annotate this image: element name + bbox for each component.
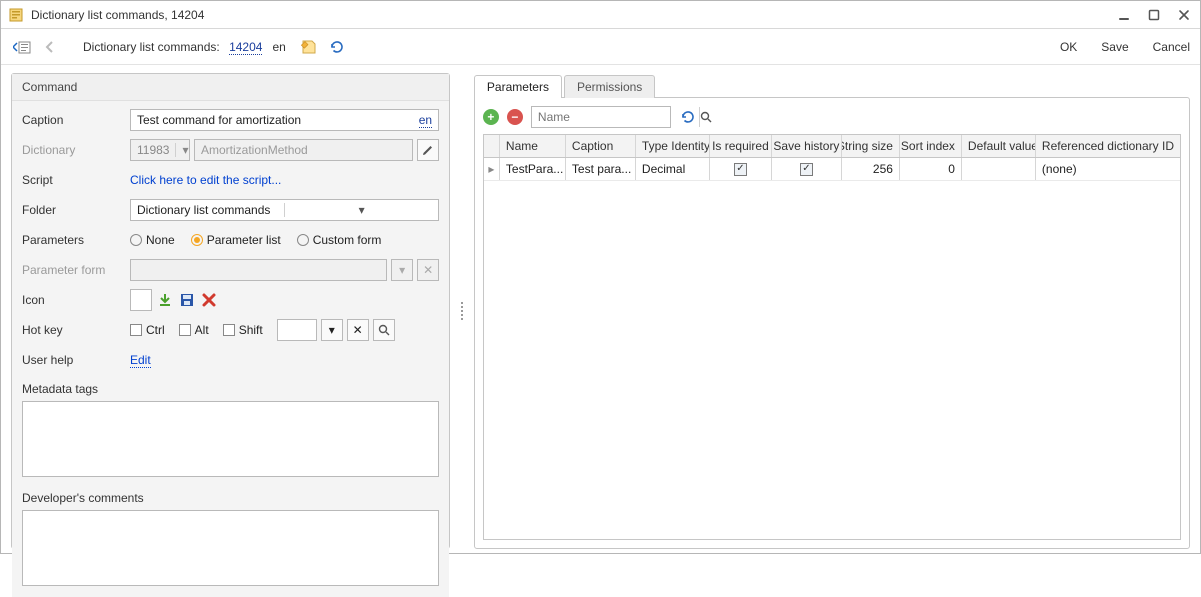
refresh-icon[interactable]	[326, 36, 348, 58]
hotkey-dropdown[interactable]: ▾	[321, 319, 343, 341]
caption-lang-link[interactable]: en	[419, 113, 432, 128]
ok-button[interactable]: OK	[1060, 40, 1077, 54]
tab-parameters[interactable]: Parameters	[474, 75, 562, 98]
cell-sort-index[interactable]: 0	[900, 158, 962, 180]
chevron-down-icon[interactable]: ▾	[284, 203, 438, 217]
hotkey-alt-check[interactable]: Alt	[179, 323, 209, 337]
script-label: Script	[22, 173, 130, 187]
dictionary-name-field: AmortizationMethod	[194, 139, 413, 161]
command-panel: Command Caption Test command for amortiz…	[11, 73, 450, 549]
parameter-search-box[interactable]	[531, 106, 671, 128]
icon-download-button[interactable]	[156, 291, 174, 309]
icon-preview[interactable]	[130, 289, 152, 311]
cell-caption[interactable]: Test para...	[566, 158, 636, 180]
col-ref-dict[interactable]: Referenced dictionary ID	[1036, 135, 1180, 157]
developer-comments-textarea[interactable]	[22, 510, 439, 586]
col-name[interactable]: Name	[500, 135, 566, 157]
hotkey-key-field[interactable]	[277, 319, 317, 341]
parameter-form-label: Parameter form	[22, 263, 130, 277]
icon-delete-button[interactable]	[200, 291, 218, 309]
splitter[interactable]	[458, 73, 466, 549]
hotkey-ctrl-check[interactable]: Ctrl	[130, 323, 165, 337]
minimize-button[interactable]	[1116, 7, 1132, 23]
caption-label: Caption	[22, 113, 130, 127]
cell-string-size[interactable]: 256	[842, 158, 900, 180]
parameters-radio-none[interactable]: None	[130, 233, 175, 247]
parameters-label: Parameters	[22, 233, 130, 247]
right-panel: Parameters Permissions + −	[474, 73, 1190, 549]
parameter-form-dropdown: ▾	[391, 259, 413, 281]
parameter-form-field	[130, 259, 387, 281]
metadata-tags-label: Metadata tags	[22, 382, 439, 396]
parameters-radio-list[interactable]: Parameter list	[191, 233, 281, 247]
parameter-search-input[interactable]	[532, 110, 699, 124]
cell-ref-dict[interactable]: (none)	[1036, 158, 1180, 180]
dictionary-label: Dictionary	[22, 143, 130, 157]
col-sort-index[interactable]: Sort index	[900, 135, 962, 157]
icon-label: Icon	[22, 293, 130, 307]
maximize-button[interactable]	[1146, 7, 1162, 23]
parameters-grid: Name Caption Type Identity Is required S…	[483, 134, 1181, 540]
col-history[interactable]: Save history	[772, 135, 842, 157]
hotkey-search-button[interactable]	[373, 319, 395, 341]
col-type[interactable]: Type Identity	[636, 135, 710, 157]
folder-label: Folder	[22, 203, 130, 217]
cell-required[interactable]	[710, 158, 772, 180]
hotkey-shift-check[interactable]: Shift	[223, 323, 263, 337]
developer-comments-label: Developer's comments	[22, 491, 439, 505]
table-row[interactable]: ▸ TestPara... Test para... Decimal 256 0…	[484, 158, 1180, 181]
hotkey-clear-button[interactable]: ✕	[347, 319, 369, 341]
command-group-title: Command	[12, 74, 449, 101]
col-caption[interactable]: Caption	[566, 135, 636, 157]
parameters-tab-body: + − Name	[474, 97, 1190, 549]
script-edit-link[interactable]: Click here to edit the script...	[130, 173, 281, 187]
breadcrumb-id-link[interactable]: 14204	[229, 40, 262, 55]
refresh-parameters-icon[interactable]	[679, 108, 697, 126]
dictionary-edit-button[interactable]	[417, 139, 439, 161]
breadcrumb-label: Dictionary list commands:	[83, 40, 220, 54]
back-list-icon[interactable]	[11, 36, 33, 58]
remove-parameter-button[interactable]: −	[507, 109, 523, 125]
grid-row-selector-header	[484, 135, 500, 157]
cell-history[interactable]	[772, 158, 842, 180]
metadata-tags-textarea[interactable]	[22, 401, 439, 477]
user-help-label: User help	[22, 353, 130, 367]
grid-header: Name Caption Type Identity Is required S…	[484, 135, 1180, 158]
chevron-down-icon: ▾	[175, 143, 191, 157]
check-icon	[800, 163, 813, 176]
parameter-form-clear: ✕	[417, 259, 439, 281]
col-required[interactable]: Is required	[710, 135, 772, 157]
row-selector-icon[interactable]: ▸	[484, 158, 500, 180]
titlebar: Dictionary list commands, 14204	[1, 1, 1200, 29]
check-icon	[734, 163, 747, 176]
hotkey-label: Hot key	[22, 323, 130, 337]
user-help-edit-link[interactable]: Edit	[130, 353, 151, 368]
caption-input[interactable]: Test command for amortization en	[130, 109, 439, 131]
cancel-button[interactable]: Cancel	[1153, 40, 1190, 54]
app-icon	[9, 7, 25, 23]
add-parameter-button[interactable]: +	[483, 109, 499, 125]
tabs: Parameters Permissions	[474, 73, 1190, 97]
folder-select[interactable]: Dictionary list commands ▾	[130, 199, 439, 221]
icon-save-button[interactable]	[178, 291, 196, 309]
tab-permissions[interactable]: Permissions	[564, 75, 655, 98]
close-button[interactable]	[1176, 7, 1192, 23]
breadcrumb: Dictionary list commands: 14204	[83, 40, 262, 54]
col-default[interactable]: Default value	[962, 135, 1036, 157]
search-icon[interactable]	[699, 107, 712, 127]
save-button[interactable]: Save	[1101, 40, 1128, 54]
cell-default[interactable]	[962, 158, 1036, 180]
cell-name[interactable]: TestPara...	[500, 158, 566, 180]
window-title: Dictionary list commands, 14204	[31, 8, 1116, 22]
col-string-size[interactable]: String size	[842, 135, 900, 157]
edit-note-icon[interactable]	[298, 36, 320, 58]
parameters-radio-custom[interactable]: Custom form	[297, 233, 382, 247]
main-toolbar: Dictionary list commands: 14204 en OK Sa…	[1, 29, 1200, 65]
language-label: en	[272, 40, 285, 54]
cell-type[interactable]: Decimal	[636, 158, 710, 180]
dictionary-id-combo: 11983 ▾	[130, 139, 190, 161]
back-icon	[39, 36, 61, 58]
